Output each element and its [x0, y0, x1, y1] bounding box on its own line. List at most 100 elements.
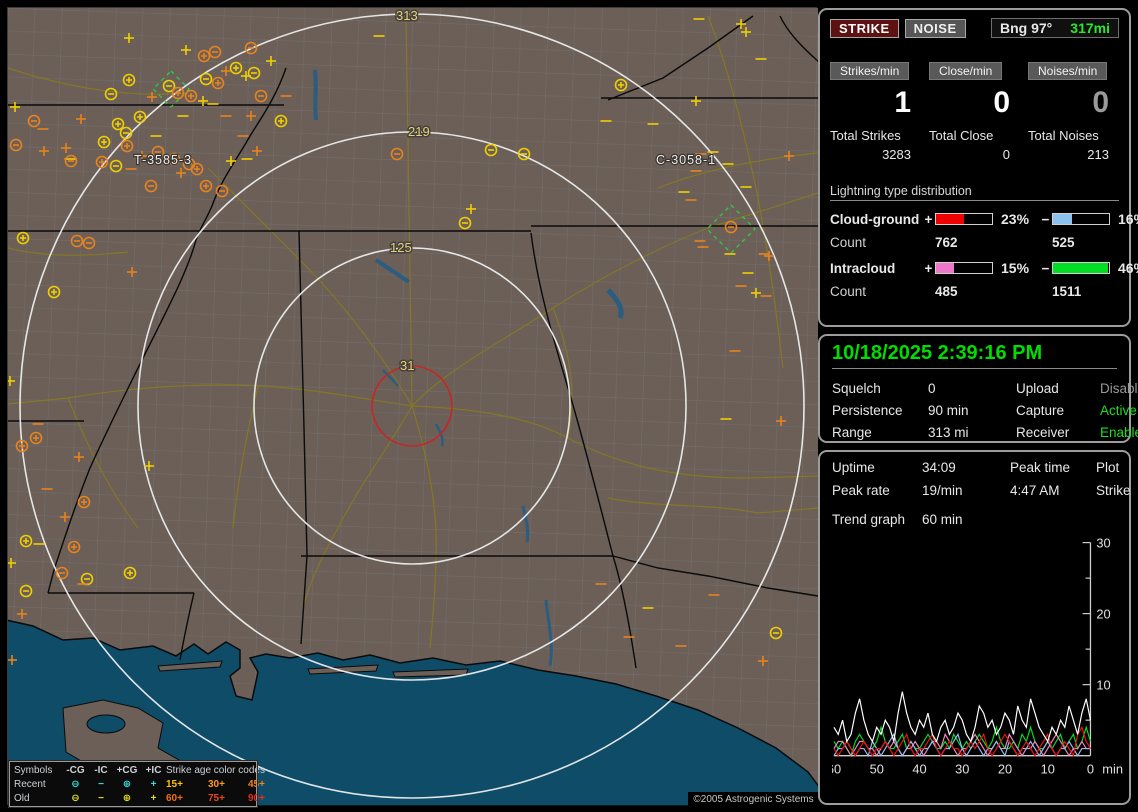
bearing-readout: Bng 97° 317mi — [991, 18, 1119, 38]
total-noises-value: 213 — [1087, 147, 1109, 162]
svg-text:10: 10 — [1096, 678, 1110, 693]
circle-plus-icon: ⊕ — [122, 792, 132, 804]
circle-minus-icon: ⊖ — [71, 792, 80, 804]
intracloud-label: Intracloud — [830, 260, 896, 276]
ic-plus-count: 485 — [935, 284, 958, 299]
cloud-ground-label: Cloud-ground — [830, 211, 920, 227]
legend-header-pos-ic: +IC — [145, 764, 162, 776]
bearing-range-value: 317mi — [1070, 20, 1110, 36]
app-window: 31 125 219 313 T-3585-3 C-3058-1 Symbols -CG… — [0, 0, 1138, 812]
trend-box: Uptime 34:09 Peak time Plot Peak rate 19… — [818, 450, 1131, 805]
svg-text:31: 31 — [400, 358, 414, 373]
range-value: 313 mi — [928, 425, 969, 440]
svg-text:60: 60 — [832, 761, 841, 776]
legend-row-old-label: Old — [14, 792, 30, 804]
map-panel[interactable]: 31 125 219 313 T-3585-3 C-3058-1 Symbols -CG… — [7, 7, 819, 808]
age-90: 90+ — [248, 792, 265, 804]
noises-per-min-chip[interactable]: Noises/min — [1028, 62, 1108, 80]
svg-text:125: 125 — [390, 240, 412, 255]
svg-text:10: 10 — [1041, 761, 1055, 776]
symbol-legend: Symbols -CG -IC +CG +IC Strike age color… — [8, 760, 265, 808]
total-strikes-value: 3283 — [882, 147, 911, 162]
cg-minus-bar — [1052, 213, 1110, 225]
capture-status: Active — [1100, 403, 1137, 418]
trend-graph-label: Trend graph — [832, 512, 906, 527]
age-45: 45+ — [248, 778, 265, 790]
svg-text:C-3058-1: C-3058-1 — [656, 153, 716, 167]
plus-icon: + — [150, 778, 157, 790]
minus-sign: − — [1041, 211, 1050, 227]
strikes-per-min-chip[interactable]: Strikes/min — [830, 62, 910, 80]
total-strikes-label: Total Strikes — [830, 128, 901, 143]
svg-text:313: 313 — [396, 8, 418, 23]
strike-counter-box: STRIKE NOISE Bng 97° 317mi Strikes/min 1… — [818, 8, 1138, 327]
svg-text:219: 219 — [408, 124, 430, 139]
copyright-text: ©2005 Astrogenic Systems — [688, 792, 819, 807]
receiver-status: Enabled — [1100, 425, 1138, 440]
close-per-min-chip[interactable]: Close/min — [929, 62, 1003, 80]
peak-time-label: Peak time — [1010, 460, 1071, 475]
cg-count-row: Count 762 525 — [830, 235, 1119, 250]
age-15: 15+ — [166, 778, 183, 790]
upload-status: Disabled — [1100, 381, 1138, 396]
total-noises-label: Total Noises — [1028, 128, 1099, 143]
datetime-display: 10/18/2025 2:39:16 PM — [832, 342, 1117, 369]
ic-minus-bar — [1052, 262, 1110, 274]
peak-time-value: 4:47 AM — [1010, 483, 1060, 498]
distribution-heading: Lightning type distribution — [830, 184, 1119, 201]
plus-sign: + — [924, 211, 933, 227]
ic-plus-pct: 15% — [1001, 260, 1030, 276]
age-75: 75+ — [208, 792, 225, 804]
close-per-min-value: 0 — [993, 86, 1010, 119]
age-60: 60+ — [166, 792, 183, 804]
svg-text:min: min — [1102, 761, 1123, 776]
minus-icon: − — [98, 778, 104, 790]
svg-text:30: 30 — [1096, 536, 1110, 551]
peak-rate-value: 19/min — [922, 483, 963, 498]
plot-label: Plot — [1096, 460, 1120, 475]
legend-age-header: Strike age color codes — [166, 764, 265, 776]
legend-header-neg-ic: -IC — [94, 764, 108, 776]
plus-sign: + — [924, 260, 933, 276]
bearing-value: Bng 97° — [1000, 20, 1053, 36]
uptime-value: 34:09 — [922, 460, 956, 475]
status-box: 10/18/2025 2:39:16 PM Squelch 0 Upload D… — [818, 334, 1138, 443]
legend-header-symbols: Symbols — [14, 764, 53, 776]
minus-sign: − — [1041, 260, 1050, 276]
legend-row-recent-label: Recent — [14, 778, 46, 790]
ic-count-row: Count 485 1511 — [830, 284, 1119, 299]
cg-minus-count: 525 — [1052, 235, 1075, 250]
minus-icon: − — [98, 792, 104, 804]
svg-text:40: 40 — [912, 761, 926, 776]
plot-value: Strike — [1096, 483, 1131, 498]
svg-text:20: 20 — [1096, 607, 1110, 622]
noise-indicator[interactable]: NOISE — [904, 18, 966, 38]
circle-plus-icon: ⊕ — [122, 778, 132, 790]
cg-plus-count: 762 — [935, 235, 958, 250]
svg-text:0: 0 — [1087, 761, 1094, 776]
plus-icon: + — [150, 792, 157, 804]
ic-minus-count: 1511 — [1052, 284, 1082, 299]
total-close-label: Total Close — [929, 128, 994, 143]
receiver-label: Receiver — [1016, 425, 1070, 440]
svg-text:T-3585-3: T-3585-3 — [134, 153, 192, 167]
trend-graph-chart: 10 20 30 60 50 40 30 20 10 0 min — [827, 536, 1123, 777]
counter-close: Close/min 0 Total Close 0 — [929, 62, 1020, 162]
strike-indicator[interactable]: STRIKE — [830, 18, 899, 38]
count-label: Count — [830, 284, 867, 299]
capture-label: Capture — [1016, 403, 1065, 418]
svg-text:50: 50 — [870, 761, 884, 776]
peak-rate-label: Peak rate — [832, 483, 890, 498]
strikes-per-min-value: 1 — [894, 86, 911, 119]
age-30: 30+ — [208, 778, 225, 790]
distribution-row-cloud-ground: Cloud-ground + 23% − 16% — [830, 211, 1138, 227]
squelch-value: 0 — [928, 381, 936, 396]
counter-noises: Noises/min 0 Total Noises 213 — [1028, 62, 1119, 162]
uptime-label: Uptime — [832, 460, 875, 475]
total-close-value: 0 — [1002, 147, 1010, 162]
legend-header-pos-cg: +CG — [116, 764, 138, 776]
upload-label: Upload — [1016, 381, 1059, 396]
cg-minus-pct: 16% — [1118, 211, 1138, 227]
lightning-map[interactable]: 31 125 219 313 T-3585-3 C-3058-1 — [8, 8, 818, 806]
squelch-label: Squelch — [832, 381, 881, 396]
